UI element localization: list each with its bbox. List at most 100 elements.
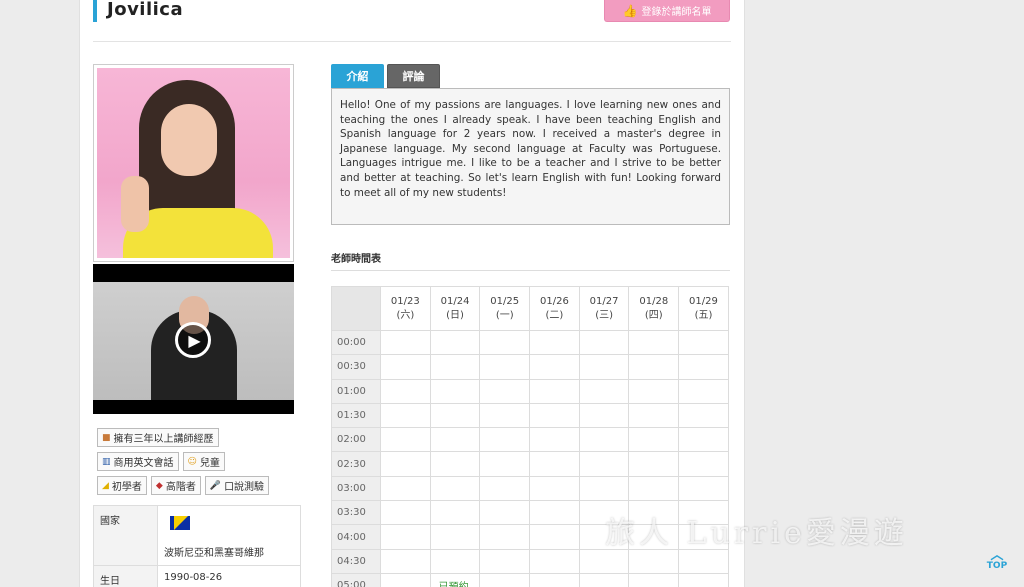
tag-advanced: ◆ 高階者 bbox=[150, 476, 201, 495]
bosnia-flag-icon bbox=[170, 516, 190, 530]
schedule-slot[interactable] bbox=[479, 402, 531, 429]
schedule-slot[interactable] bbox=[628, 572, 680, 587]
schedule-slot[interactable] bbox=[479, 500, 531, 526]
schedule-slot[interactable] bbox=[529, 451, 580, 477]
schedule-slot[interactable] bbox=[678, 427, 729, 453]
schedule-slot[interactable] bbox=[678, 451, 729, 477]
schedule-slot[interactable] bbox=[380, 354, 431, 380]
schedule-slot[interactable] bbox=[628, 329, 680, 356]
schedule-row: 01:30 bbox=[331, 402, 729, 429]
title-bar: Jovilica bbox=[93, 0, 183, 22]
schedule-time: 03:00 bbox=[331, 475, 381, 502]
schedule-slot[interactable] bbox=[380, 572, 431, 587]
teacher-photo bbox=[93, 64, 294, 262]
schedule-slot[interactable] bbox=[429, 402, 481, 429]
day-weekday: (六) bbox=[396, 309, 415, 321]
country-label: 國家 bbox=[93, 505, 158, 566]
schedule-slot[interactable] bbox=[429, 354, 481, 380]
schedule-slot[interactable] bbox=[678, 329, 729, 356]
schedule-slot[interactable] bbox=[628, 402, 680, 429]
schedule-slot[interactable] bbox=[678, 475, 729, 502]
schedule-slot[interactable] bbox=[429, 475, 481, 502]
schedule-slot[interactable] bbox=[578, 475, 630, 502]
play-icon[interactable]: ▶ bbox=[175, 322, 211, 358]
schedule-slot[interactable] bbox=[578, 548, 630, 574]
schedule-slot[interactable] bbox=[380, 427, 431, 453]
schedule-slot[interactable] bbox=[529, 572, 580, 587]
tab-reviews[interactable]: 評論 bbox=[387, 64, 440, 88]
schedule-slot[interactable] bbox=[578, 427, 630, 453]
schedule-slot[interactable] bbox=[578, 329, 630, 356]
schedule-slot[interactable] bbox=[380, 548, 431, 574]
schedule-slot[interactable] bbox=[429, 378, 481, 404]
day-date: 01/29 bbox=[689, 295, 718, 307]
schedule-slot[interactable] bbox=[479, 475, 531, 502]
schedule-slot[interactable] bbox=[529, 402, 580, 429]
schedule-slot[interactable] bbox=[429, 451, 481, 477]
schedule-slot[interactable] bbox=[678, 572, 729, 587]
schedule-slot[interactable] bbox=[429, 500, 481, 526]
schedule-slot[interactable] bbox=[529, 500, 580, 526]
schedule-slot[interactable] bbox=[479, 572, 531, 587]
schedule-slot[interactable] bbox=[529, 524, 580, 550]
schedule-slot[interactable] bbox=[678, 378, 729, 404]
schedule-slot[interactable] bbox=[628, 354, 680, 380]
schedule-slot[interactable] bbox=[479, 427, 531, 453]
schedule-slot[interactable] bbox=[578, 354, 630, 380]
schedule-slot[interactable] bbox=[628, 548, 680, 574]
box-icon: ■ bbox=[102, 432, 111, 443]
schedule-slot[interactable] bbox=[529, 354, 580, 380]
schedule-slot[interactable] bbox=[678, 402, 729, 429]
schedule-slot[interactable] bbox=[380, 524, 431, 550]
schedule-slot[interactable] bbox=[628, 475, 680, 502]
schedule-slot[interactable] bbox=[429, 524, 481, 550]
schedule-slot[interactable] bbox=[479, 378, 531, 404]
schedule-slot[interactable] bbox=[429, 329, 481, 356]
schedule-slot[interactable] bbox=[578, 451, 630, 477]
schedule-slot[interactable] bbox=[678, 354, 729, 380]
schedule-slot[interactable] bbox=[380, 402, 431, 429]
schedule-slot[interactable] bbox=[479, 329, 531, 356]
schedule-slot[interactable] bbox=[628, 378, 680, 404]
schedule-slot[interactable] bbox=[678, 548, 729, 574]
schedule-slot[interactable] bbox=[380, 378, 431, 404]
schedule-slot[interactable] bbox=[429, 548, 481, 574]
schedule-slot[interactable] bbox=[578, 378, 630, 404]
schedule-slot[interactable] bbox=[479, 354, 531, 380]
schedule-slot[interactable] bbox=[479, 524, 531, 550]
schedule-slot[interactable] bbox=[529, 475, 580, 502]
schedule-slot[interactable] bbox=[479, 548, 531, 574]
intro-video[interactable]: ▶ bbox=[93, 264, 294, 414]
tab-intro[interactable]: 介紹 bbox=[331, 64, 384, 88]
schedule-slot[interactable] bbox=[578, 402, 630, 429]
day-date: 01/24 bbox=[440, 295, 470, 307]
schedule-slot-booked[interactable]: 已預約 bbox=[429, 572, 481, 587]
schedule-slot[interactable] bbox=[578, 572, 630, 587]
schedule-slot[interactable] bbox=[529, 329, 580, 356]
day-date: 01/28 bbox=[639, 295, 669, 307]
schedule-time: 05:00 bbox=[331, 572, 381, 587]
schedule-slot[interactable] bbox=[429, 427, 481, 453]
schedule-time: 04:30 bbox=[331, 548, 381, 574]
tag-business-english: ▥ 商用英文會話 bbox=[97, 452, 179, 471]
schedule-slot[interactable] bbox=[529, 427, 580, 453]
schedule-row: 00:00 bbox=[331, 329, 729, 356]
schedule-slot[interactable] bbox=[529, 378, 580, 404]
schedule-slot[interactable] bbox=[380, 475, 431, 502]
schedule-slot[interactable] bbox=[628, 451, 680, 477]
schedule-day-header: 01/23 (六) bbox=[380, 286, 431, 331]
schedule-slot[interactable] bbox=[380, 500, 431, 526]
back-to-top-button[interactable]: ︿ TOP bbox=[984, 549, 1010, 571]
schedule-row: 01:00 bbox=[331, 378, 729, 404]
schedule-slot[interactable] bbox=[529, 548, 580, 574]
schedule-slot[interactable] bbox=[479, 451, 531, 477]
day-date: 01/27 bbox=[589, 295, 619, 307]
schedule-slot[interactable] bbox=[380, 329, 431, 356]
schedule-slot[interactable] bbox=[380, 451, 431, 477]
schedule-slot[interactable] bbox=[628, 427, 680, 453]
thumbs-up-icon: 👍 bbox=[622, 3, 638, 18]
add-favorite-button[interactable]: 👍 登錄於講師名單 bbox=[604, 0, 730, 22]
schedule-row: 04:30 bbox=[331, 548, 729, 574]
tag-experience: ■ 擁有三年以上講師經歷 bbox=[97, 428, 219, 447]
schedule-divider bbox=[331, 270, 730, 271]
